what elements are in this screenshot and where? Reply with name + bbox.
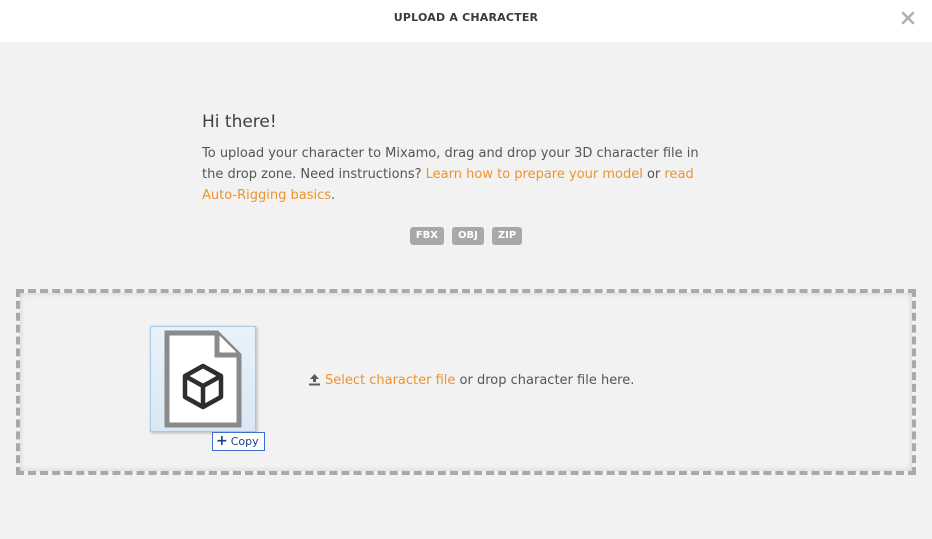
supported-formats: FBX OBJ ZIP (0, 227, 932, 245)
prepare-model-link[interactable]: Learn how to prepare your model (426, 167, 643, 182)
plus-icon: + (216, 433, 228, 449)
upload-icon (308, 373, 321, 390)
format-badge-obj: OBJ (452, 227, 484, 245)
modal-header: UPLOAD A CHARACTER (0, 0, 932, 42)
drag-preview (150, 326, 256, 432)
modal-title: UPLOAD A CHARACTER (393, 11, 539, 24)
format-badge-zip: ZIP (491, 227, 523, 245)
select-character-file-link[interactable]: Select character file (325, 373, 455, 388)
copy-label: Copy (230, 435, 259, 448)
intro-section: Hi there! To upload your character to Mi… (202, 111, 722, 206)
drop-zone[interactable]: + Copy Select character file or drop char… (16, 289, 916, 475)
drop-hint-text: or drop character file here. (455, 373, 635, 388)
greeting-heading: Hi there! (202, 112, 277, 132)
intro-paragraph: To upload your character to Mixamo, drag… (202, 143, 722, 206)
close-icon[interactable] (901, 10, 915, 25)
intro-end-text: . (331, 188, 336, 203)
select-file-row: Select character file or drop character … (308, 373, 634, 390)
copy-drag-tag: + Copy (212, 432, 265, 451)
intro-or-text: or (642, 167, 665, 182)
format-badge-fbx: FBX (409, 227, 444, 245)
3d-file-icon (164, 330, 242, 428)
